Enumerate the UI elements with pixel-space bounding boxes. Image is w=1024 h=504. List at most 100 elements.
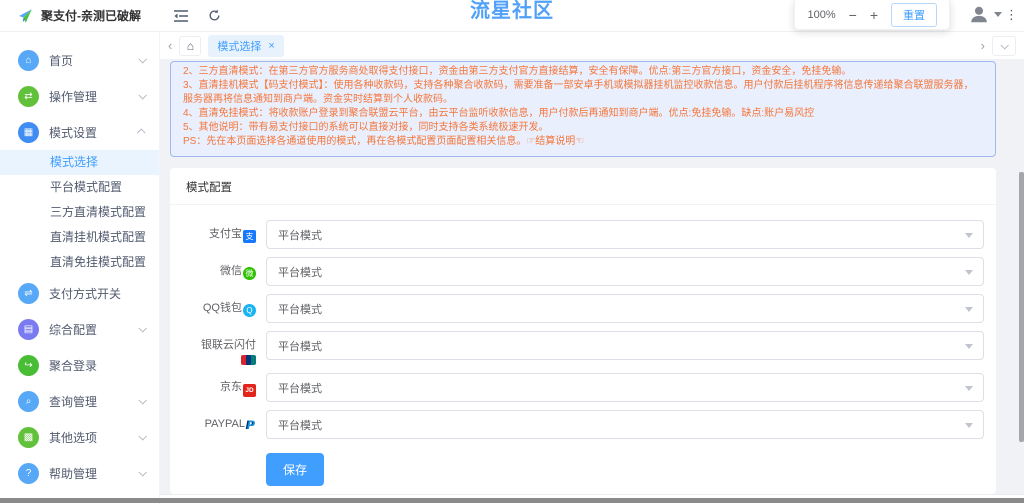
select-caret-icon <box>965 423 973 428</box>
sidebar-item-1[interactable]: ⇄ 操作管理 <box>0 78 159 114</box>
chevron-down-icon <box>138 55 147 64</box>
sidebar-item-5[interactable]: ↪ 聚合登录 <box>0 347 159 383</box>
zoom-reset-button[interactable]: 重置 <box>891 2 937 27</box>
channel-name: QQ钱包 <box>202 302 242 314</box>
tab-label: 模式选择 <box>217 40 262 53</box>
select-value: 平台模式 <box>278 382 322 395</box>
sidebar-subitem-2-0[interactable]: 模式选择 <box>0 150 159 175</box>
sidebar-item-2[interactable]: ▦ 模式设置 <box>0 114 159 150</box>
form-row-3: 银联云闪付 平台模式 <box>170 331 984 365</box>
collapse-sidebar-icon[interactable] <box>174 9 188 22</box>
more-menu-icon[interactable]: ⋮ <box>1005 7 1018 23</box>
sidebar-subitem-2-3[interactable]: 直清挂机模式配置 <box>0 225 159 250</box>
notice-line-0: 2、三方直清模式：在第三方官方服务商处取得支付接口，资金由第三方支付官方直接结算… <box>183 66 852 77</box>
query-icon: ⌕ <box>18 390 39 412</box>
chevron-down-icon <box>138 468 147 477</box>
chevron-down-icon <box>138 432 147 441</box>
sidebar-item-label: 综合配置 <box>49 322 98 337</box>
tabs-menu-button[interactable] <box>992 35 1016 56</box>
aggregate-login-icon: ↪ <box>18 354 39 376</box>
rocket-icon <box>19 8 32 23</box>
alipay-icon: 支 <box>243 230 256 243</box>
sidebar-item-6[interactable]: ⌕ 查询管理 <box>0 383 159 419</box>
channel-name: 微信 <box>220 265 242 277</box>
mode-select-4[interactable]: 平台模式 <box>266 373 984 402</box>
home-icon: ⌂ <box>18 49 39 71</box>
form-row-4: 京东 JD 平台模式 <box>170 373 984 402</box>
mode-description-notice: 2、三方直清模式：在第三方官方服务商处取得支付接口，资金由第三方支付官方直接结算… <box>170 61 996 157</box>
select-value: 平台模式 <box>278 419 322 432</box>
sidebar-item-label: 聚合登录 <box>49 358 98 373</box>
sidebar-item-8[interactable]: ? 帮助管理 <box>0 455 159 491</box>
zoom-control-popup: 100% − + 重置 <box>794 0 950 30</box>
refresh-icon[interactable] <box>208 9 221 22</box>
other-options-icon: ▩ <box>18 426 39 448</box>
form-label: 支付宝支 <box>170 220 266 243</box>
sidebar-item-label: 首页 <box>49 53 74 68</box>
sidebar-item-3[interactable]: ⇌ 支付方式开关 <box>0 275 159 311</box>
wechat-icon: 微 <box>243 267 256 280</box>
notice-line-4: PS：先在本页面选择各通道使用的模式，再在各模式配置页面配置相关信息。☞结算说明… <box>183 136 585 147</box>
channel-name: 银联云闪付 <box>201 339 256 351</box>
mode-select-1[interactable]: 平台模式 <box>266 257 984 286</box>
select-caret-icon <box>965 270 973 275</box>
save-button[interactable]: 保存 <box>266 453 325 486</box>
tab-bar: ‹ ⌂ 模式选择 × › <box>160 32 1024 59</box>
notice-line-2: 4、直清免挂模式：将收款账户登录到聚合联盟云平台，由云平台监听收款信息，用户付款… <box>183 108 815 119</box>
horizontal-scrollbar[interactable] <box>0 498 1024 503</box>
mode-config-card: 模式配置 支付宝支平台模式 微信微平台模式 QQ钱包 Q 平台模式 银联云闪付 平台模式 京东… <box>170 168 996 494</box>
tabs-scroll-left-icon[interactable]: ‹ <box>168 39 172 52</box>
sidebar-subitem-2-1[interactable]: 平台模式配置 <box>0 175 159 200</box>
app-logo: 聚支付-亲测已破解 <box>0 7 160 25</box>
vertical-scrollbar[interactable] <box>1019 172 1024 442</box>
help-icon: ? <box>18 462 39 484</box>
sidebar-item-label: 操作管理 <box>49 89 98 104</box>
sidebar-item-0[interactable]: ⌂ 首页 <box>0 42 159 78</box>
chevron-down-icon <box>138 396 147 405</box>
sidebar-subitem-2-4[interactable]: 直清免挂模式配置 <box>0 250 159 275</box>
zoom-out-button[interactable]: − <box>849 8 857 22</box>
sidebar-item-label: 查询管理 <box>49 394 98 409</box>
general-config-icon: ▤ <box>18 318 39 340</box>
tabs-scroll-right-icon[interactable]: › <box>981 39 985 52</box>
mode-select-3[interactable]: 平台模式 <box>266 331 984 360</box>
mode-settings-icon: ▦ <box>18 121 39 143</box>
tab-close-icon[interactable]: × <box>268 40 274 52</box>
channel-name: 京东 <box>220 381 242 393</box>
sidebar-item-label: 模式设置 <box>49 125 98 140</box>
form-row-2: QQ钱包 Q 平台模式 <box>170 294 984 323</box>
form-label: 微信微 <box>170 257 266 280</box>
sidebar-item-7[interactable]: ▩ 其他选项 <box>0 419 159 455</box>
mode-select-0[interactable]: 平台模式 <box>266 220 984 249</box>
operations-icon: ⇄ <box>18 85 39 107</box>
home-tab-button[interactable]: ⌂ <box>179 35 202 56</box>
form-row-0: 支付宝支平台模式 <box>170 220 984 249</box>
select-caret-icon <box>965 307 973 312</box>
paypal-icon: P <box>246 418 255 432</box>
zoom-in-button[interactable]: + <box>870 8 878 22</box>
mode-select-5[interactable]: 平台模式 <box>266 410 984 439</box>
chevron-down-icon <box>138 324 147 333</box>
zoom-level: 100% <box>807 8 836 21</box>
sidebar-item-4[interactable]: ▤ 综合配置 <box>0 311 159 347</box>
select-value: 平台模式 <box>278 229 322 242</box>
payment-switch-icon: ⇌ <box>18 282 39 304</box>
unionpay-icon <box>241 355 256 365</box>
chevron-down-icon <box>138 91 147 100</box>
notice-line-3: 5、其他说明：带有易支付接口的系统可以直接对接，同时支持各类系统极速开发。 <box>183 122 549 133</box>
user-avatar-dropdown[interactable] <box>968 3 1002 25</box>
top-header: 聚支付-亲测已破解 流星社区 100% − + 重置 ⋮ <box>0 0 1024 32</box>
mode-select-2[interactable]: 平台模式 <box>266 294 984 323</box>
qq-wallet-icon: Q <box>243 304 256 317</box>
select-value: 平台模式 <box>278 340 322 353</box>
form-row-1: 微信微平台模式 <box>170 257 984 286</box>
select-value: 平台模式 <box>278 266 322 279</box>
sidebar-item-label: 其他选项 <box>49 430 98 445</box>
sidebar-subitem-2-2[interactable]: 三方直清模式配置 <box>0 200 159 225</box>
tab-mode-select[interactable]: 模式选择 × <box>208 34 284 57</box>
form-row-5: PAYPAL P 平台模式 <box>170 410 984 439</box>
content-column: ‹ ⌂ 模式选择 × › 2、三方直清模式：在第三方官方服务商处取得支付接口，资… <box>160 32 1024 504</box>
select-caret-icon <box>965 233 973 238</box>
select-caret-icon <box>965 344 973 349</box>
site-watermark: 流星社区 <box>470 0 554 22</box>
